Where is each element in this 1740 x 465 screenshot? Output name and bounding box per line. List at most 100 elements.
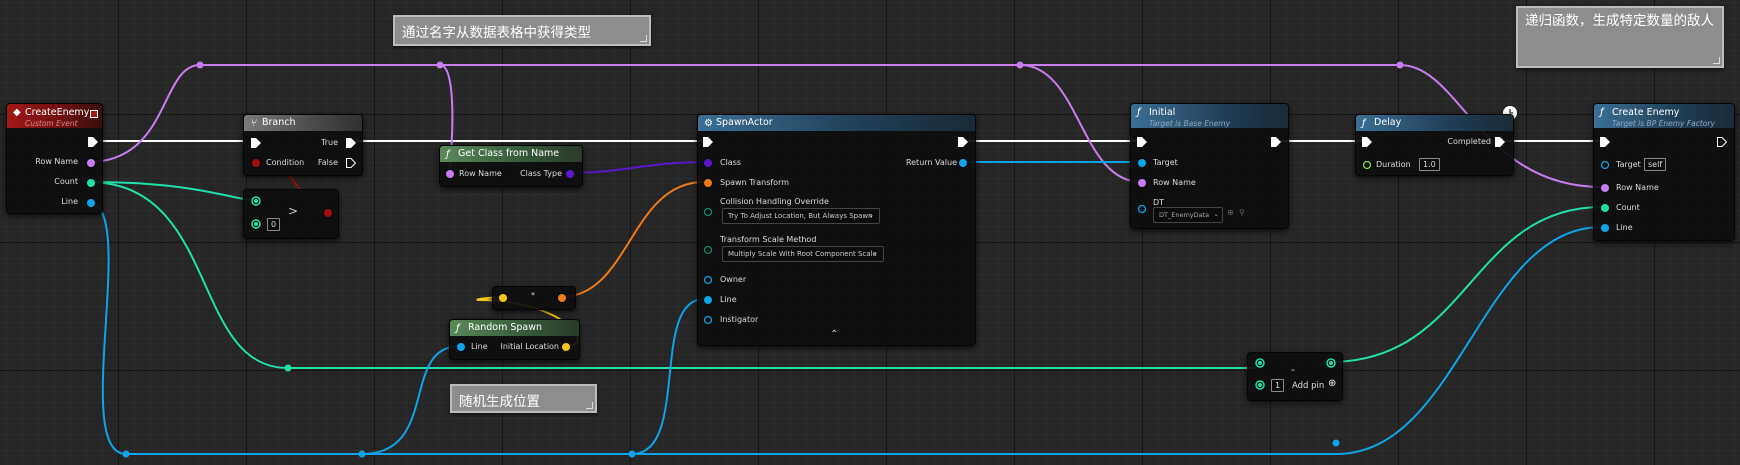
exec-in-pin[interactable] [1136,136,1148,148]
node-title: Branch [262,117,296,128]
count-out-pin[interactable] [85,177,97,189]
exec-out-pin[interactable] [1270,136,1282,148]
dt-in-pin[interactable] [1136,203,1148,215]
dt-asset-dropdown[interactable]: DT_EnemyData ⌄ [1153,207,1223,223]
a-in-pin[interactable] [1254,357,1266,369]
pin-label-class: Class [720,158,742,167]
b-in-pin[interactable] [1254,379,1266,391]
chevron-down-icon: ⌄ [868,211,874,219]
target-self-value[interactable]: self [1644,158,1667,171]
initial-node[interactable]: ƒ Initial Target is Base Enemy Target Ro… [1130,103,1289,229]
collision-dropdown-value: Try To Adjust Location, But Always Spawn [728,212,873,220]
pin-label-target: Target [1616,160,1641,169]
create-enemy-call-node[interactable]: ƒ Create Enemy Target is BP Enemy Factor… [1593,103,1735,241]
pin-label-scale-method: Transform Scale Method [720,235,817,244]
target-in-pin[interactable] [1599,159,1611,171]
line-out-pin[interactable] [85,197,97,209]
chevron-down-icon: ⌄ [1213,210,1219,218]
true-exec-out-pin[interactable] [345,137,357,149]
greater-node[interactable]: > 0 [243,189,339,239]
pin-label-target: Target [1153,158,1178,167]
line-in-pin[interactable] [702,294,714,306]
false-exec-out-pin[interactable] [345,157,357,169]
node-header: ƒ Random Spawn [450,320,579,336]
node-header: ƒ Initial Target is Base Enemy [1131,104,1288,128]
chevron-up-icon[interactable]: ⌃ [830,329,838,340]
function-icon: ƒ [1600,107,1604,118]
comment-get-class[interactable]: 通过名字从数据表格中获得类型 [393,15,651,46]
instigator-in-pin[interactable] [702,314,714,326]
completed-exec-out-pin[interactable] [1494,136,1506,148]
pin-label-line: Line [1616,223,1633,232]
node-header: ⚙ SpawnActor [698,115,975,131]
event-diamond-icon: ◆ [13,107,21,118]
pin-label-count: Count [54,177,78,186]
pin-label-line: Line [720,295,737,304]
exec-in-pin[interactable] [1599,136,1611,148]
spawn-actor-node[interactable]: ⚙ SpawnActor Class Return Value Spawn Tr… [697,114,976,346]
exec-in-pin[interactable] [702,136,714,148]
row-name-out-pin[interactable] [85,157,97,169]
node-subtitle: Target is Base Enemy [1149,119,1231,128]
exec-in-pin[interactable] [1361,136,1373,148]
class-in-pin[interactable] [702,157,714,169]
bool-out-pin[interactable] [322,207,334,219]
a-in-pin[interactable] [250,195,262,207]
branch-node[interactable]: ⑂ Branch True Condition False [243,114,363,176]
b-value-input[interactable]: 0 [267,218,281,231]
collision-dropdown[interactable]: Try To Adjust Location, But Always Spawn… [722,208,880,224]
pin-label-dt: DT [1153,198,1165,207]
node-title: Delay [1374,117,1402,128]
a-in-pin[interactable] [497,292,509,304]
scale-method-dropdown[interactable]: Multiply Scale With Root Component Scale… [722,246,884,262]
b-in-pin[interactable] [250,218,262,230]
line-in-pin[interactable] [455,341,467,353]
delay-node[interactable]: ƒ Delay Completed Duration 1.0 [1355,114,1514,176]
owner-in-pin[interactable] [702,274,714,286]
exec-in-pin[interactable] [250,137,262,149]
browse-asset-icon[interactable]: ⚲ [1239,208,1245,217]
class-type-out-pin[interactable] [564,168,576,180]
get-class-from-name-node[interactable]: ƒ Get Class from Name Row Name Class Typ… [439,145,583,187]
exec-out-pin[interactable] [87,136,99,148]
delegate-pin-icon[interactable] [90,110,98,118]
pin-label-count: Count [1616,203,1640,212]
row-name-in-pin[interactable] [444,168,456,180]
chevron-down-icon: ⌄ [872,249,878,257]
use-selected-asset-icon[interactable]: ⊕ [1227,208,1234,217]
pin-label-line: Line [471,342,488,351]
initial-location-out-pin[interactable] [560,341,572,353]
comment-random-spawn[interactable]: 随机生成位置 [450,384,597,413]
spawn-icon: ⚙ [704,118,713,129]
pin-label-line: Line [61,197,78,206]
duration-input[interactable]: 1.0 [1419,158,1440,171]
target-in-pin[interactable] [1136,157,1148,169]
transform-out-pin[interactable] [556,292,568,304]
int-out-pin[interactable] [1325,357,1337,369]
node-header: ƒ Get Class from Name [440,146,582,162]
return-value-out-pin[interactable] [957,157,969,169]
node-title: CreateEnemy [25,107,90,118]
b-value-input[interactable]: 1 [1271,379,1285,392]
count-in-pin[interactable] [1599,202,1611,214]
multiply-node[interactable]: * [492,286,576,310]
random-spawn-node[interactable]: ƒ Random Spawn Line Initial Location [449,319,580,360]
spawn-transform-in-pin[interactable] [702,177,714,189]
comment-recursive[interactable]: 递归函数，生成特定数量的敌人 [1516,6,1724,68]
exec-out-pin[interactable] [1716,136,1728,148]
add-pin-icon[interactable]: ⊕ [1328,378,1336,389]
scale-method-in-pin[interactable] [702,244,714,256]
collision-in-pin[interactable] [702,206,714,218]
operator-symbol: * [531,291,535,300]
line-in-pin[interactable] [1599,222,1611,234]
add-pin-label[interactable]: Add pin [1292,381,1324,391]
row-name-in-pin[interactable] [1136,177,1148,189]
exec-out-pin[interactable] [957,136,969,148]
subtract-node[interactable]: - 1 Add pin ⊕ [1247,352,1343,401]
condition-in-pin[interactable] [250,157,262,169]
node-title: Initial [1149,107,1176,118]
create-enemy-event-node[interactable]: ◆ CreateEnemy Custom Event Row Name Coun… [6,103,103,214]
node-subtitle: Custom Event [25,119,78,128]
duration-in-pin[interactable] [1361,159,1373,171]
row-name-in-pin[interactable] [1599,182,1611,194]
